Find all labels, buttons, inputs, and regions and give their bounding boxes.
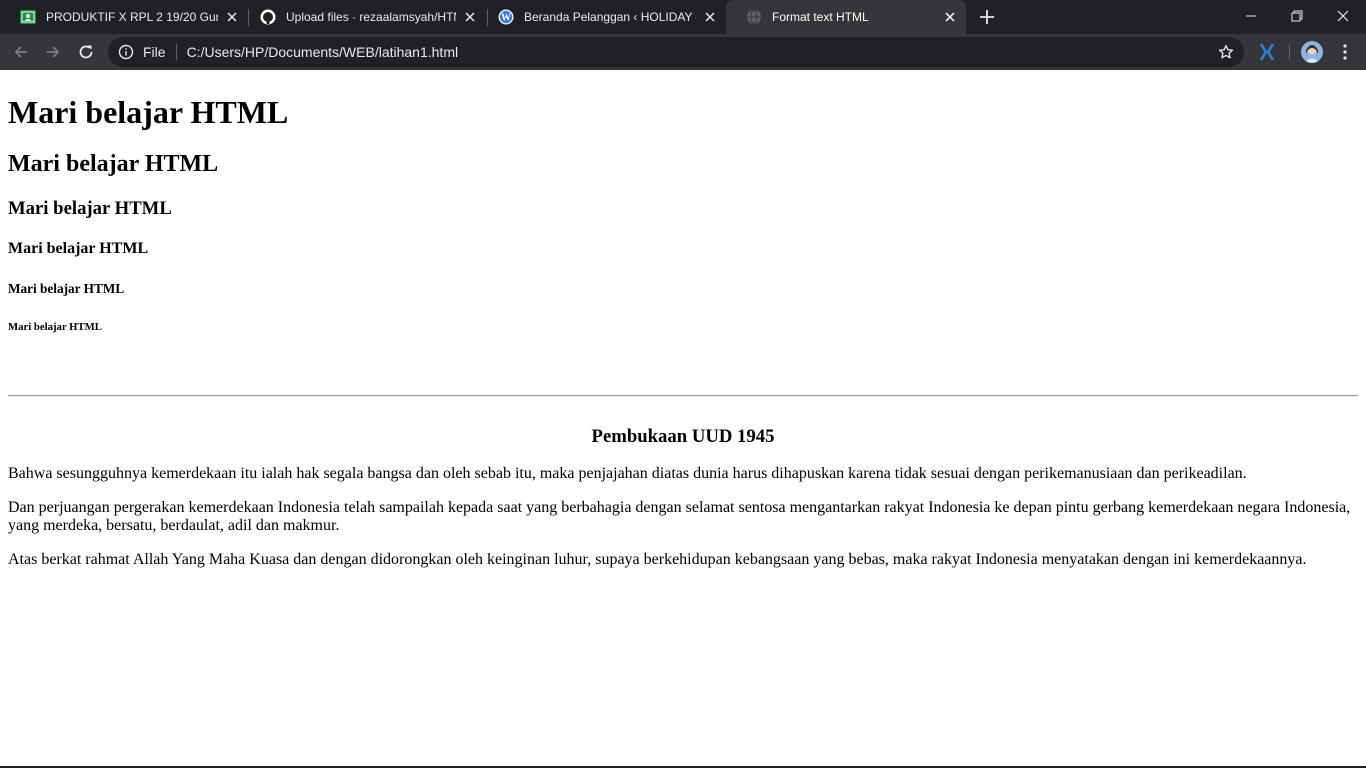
close-window-button[interactable]: [1320, 0, 1366, 32]
tab-classroom[interactable]: PRODUKTIF X RPL 2 19/20 Guru I: [0, 0, 248, 34]
tab-title: Upload files · rezaalamsyah/HTM: [286, 10, 456, 24]
close-tab-icon[interactable]: [224, 9, 240, 25]
paragraph: Atas berkat rahmat Allah Yang Maha Kuasa…: [8, 551, 1307, 568]
minimize-icon: [1246, 15, 1256, 17]
url-scheme-label: File: [143, 44, 166, 60]
heading-2: Mari belajar HTML: [8, 151, 219, 177]
heading-3: Mari belajar HTML: [8, 198, 172, 219]
more-vert-icon: [1343, 44, 1347, 60]
paragraph: Bahwa sesungguhnya kemerdekaan itu ialah…: [8, 465, 1247, 482]
bookmark-star-icon[interactable]: [1216, 42, 1236, 62]
forward-button[interactable]: [39, 38, 67, 66]
horizontal-rule: [8, 395, 1358, 397]
tab-strip: PRODUKTIF X RPL 2 19/20 Guru I Upload fi…: [0, 0, 1366, 34]
paragraph: Dan perjuangan pergerakan kemerdekaan In…: [8, 499, 1351, 534]
browser-toolbar: File C:/Users/HP/Documents/WEB/latihan1.…: [0, 34, 1366, 70]
content-title: Pembukaan UUD 1945: [591, 426, 775, 447]
heading-5: Mari belajar HTML: [8, 281, 125, 296]
tab-title: Format text HTML: [772, 10, 869, 24]
tab-github[interactable]: Upload files · rezaalamsyah/HTM: [240, 0, 486, 34]
toolbar-separator: [1289, 44, 1290, 60]
tab-title: PRODUKTIF X RPL 2 19/20 Guru I: [46, 10, 218, 24]
restore-button[interactable]: [1274, 0, 1320, 32]
back-button[interactable]: [7, 38, 35, 66]
close-tab-icon[interactable]: [702, 9, 718, 25]
close-icon: [1337, 10, 1349, 22]
reload-button[interactable]: [72, 38, 100, 66]
reload-icon: [79, 45, 93, 59]
close-tab-icon[interactable]: [942, 9, 958, 25]
close-tab-icon[interactable]: [462, 9, 478, 25]
menu-button[interactable]: [1335, 42, 1355, 62]
svg-text:W: W: [501, 13, 511, 24]
heading-6: Mari belajar HTML: [8, 321, 102, 333]
arrow-left-icon: [14, 46, 27, 58]
minimize-button[interactable]: [1228, 0, 1274, 32]
plus-icon: [980, 10, 994, 24]
github-icon: [260, 9, 276, 25]
address-bar[interactable]: File C:/Users/HP/Documents/WEB/latihan1.…: [108, 37, 1244, 67]
page-content: Mari belajar HTML Mari belajar HTML Mari…: [0, 70, 1366, 768]
new-tab-button[interactable]: [977, 7, 997, 27]
restore-icon: [1291, 10, 1303, 22]
tab-wordpress[interactable]: W Beranda Pelanggan ‹ HOLIDAY —: [478, 0, 726, 34]
globe-icon: [746, 9, 762, 25]
wordpress-icon: W: [498, 9, 514, 25]
tab-format-text-html[interactable]: Format text HTML: [726, 0, 966, 34]
heading-4: Mari belajar HTML: [8, 240, 149, 257]
profile-avatar[interactable]: [1301, 41, 1323, 63]
tab-title: Beranda Pelanggan ‹ HOLIDAY —: [524, 10, 696, 24]
heading-1: Mari belajar HTML: [8, 94, 289, 130]
url-text[interactable]: C:/Users/HP/Documents/WEB/latihan1.html: [187, 44, 1216, 60]
omnibox-divider: [175, 44, 177, 60]
info-icon[interactable]: [118, 44, 134, 60]
arrow-right-icon: [47, 46, 60, 58]
extension-icon[interactable]: [1257, 42, 1277, 62]
google-classroom-icon: [20, 9, 36, 25]
